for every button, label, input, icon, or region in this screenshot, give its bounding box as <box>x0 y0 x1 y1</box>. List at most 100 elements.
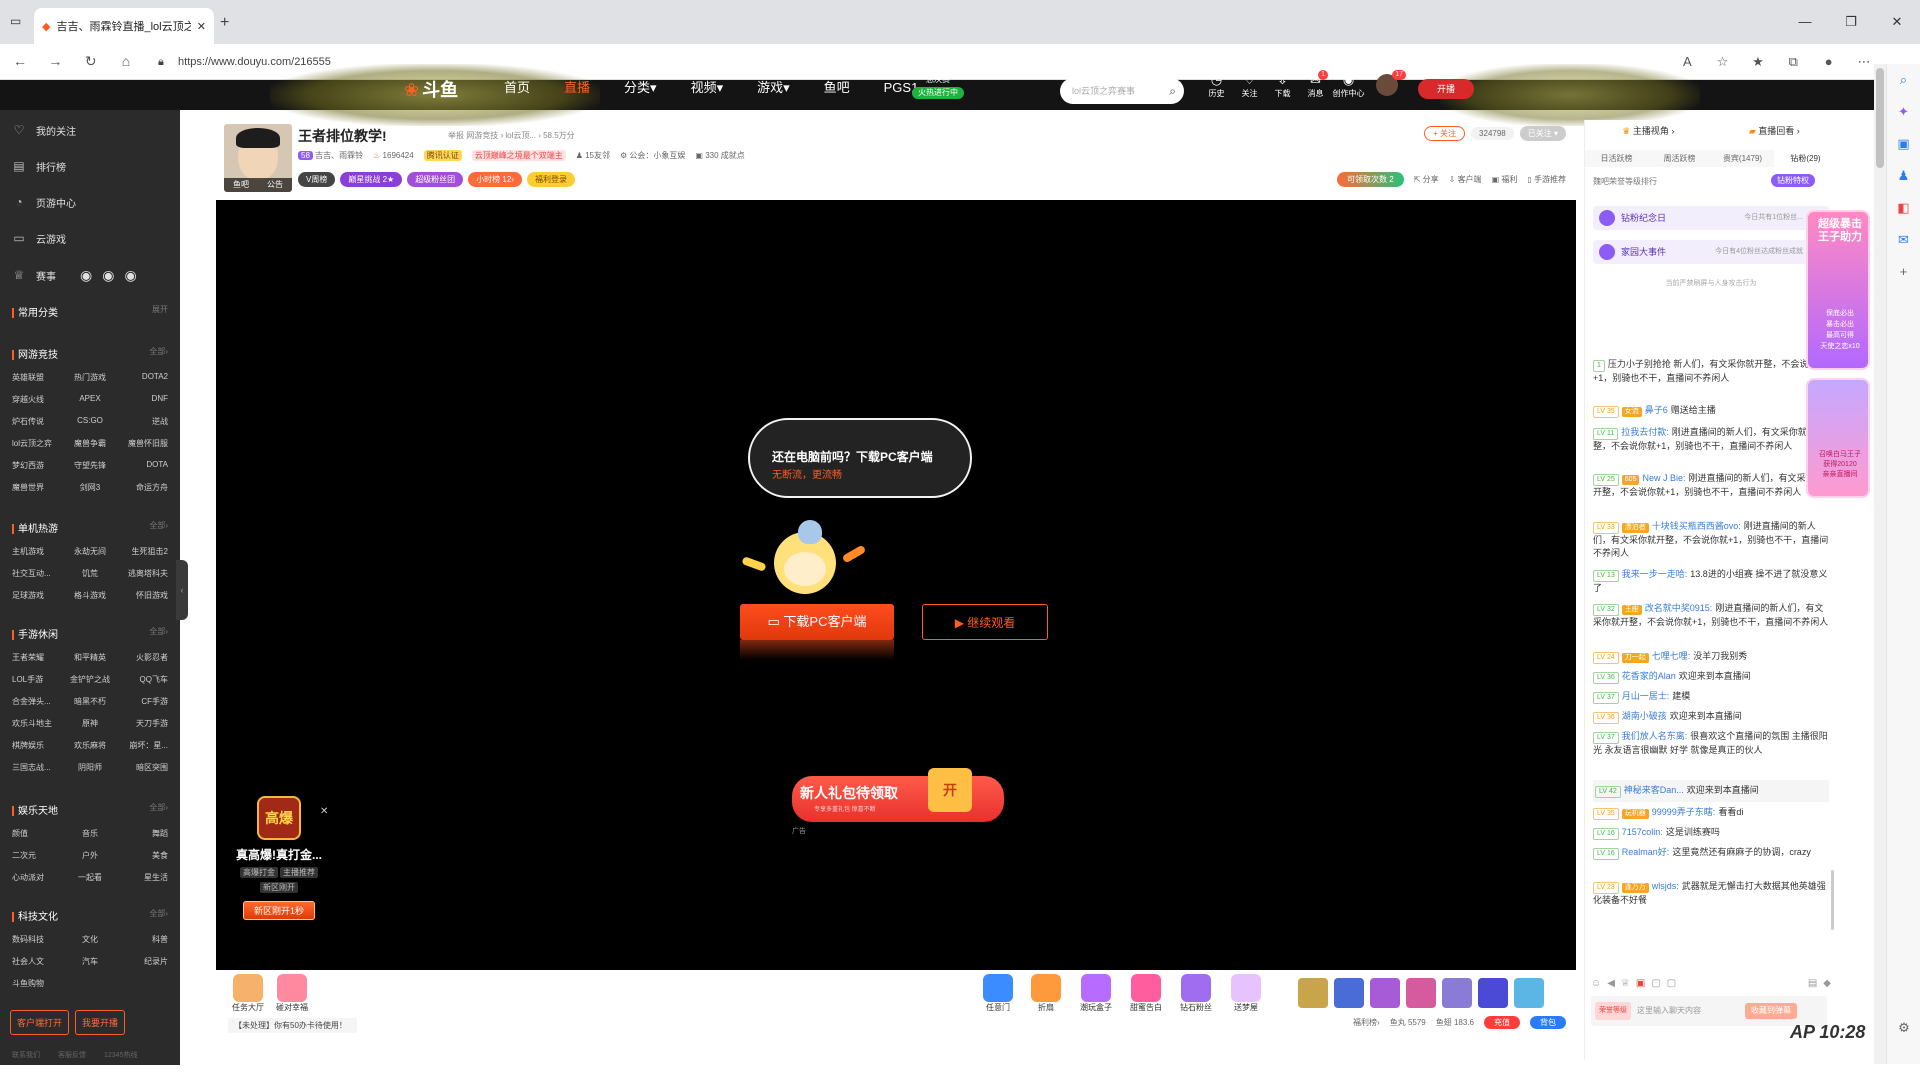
category-link[interactable]: APEX <box>64 394 116 405</box>
expand-link[interactable]: 展开 <box>152 304 168 315</box>
ranking-link[interactable]: 福利榜› <box>1353 1017 1380 1028</box>
badge-superfan[interactable]: 超级粉丝团 <box>407 172 464 187</box>
category-link[interactable]: 颜值 <box>12 828 64 839</box>
maximize-icon[interactable]: ❐ <box>1828 0 1874 44</box>
tab-diamond[interactable]: 钻粉(29) <box>1774 150 1837 167</box>
category-link[interactable]: 原神 <box>64 718 116 729</box>
search-input[interactable]: lol云顶之弈赛事 ⌕ <box>1060 78 1184 104</box>
sidebar-item-cloudgame[interactable]: ▭ 云游戏 <box>12 228 66 248</box>
follow-button[interactable]: ♡ 关注 <box>1233 72 1266 99</box>
announcement-link[interactable]: 公告 <box>267 178 283 192</box>
continue-watching-button[interactable]: ▶ 继续观看 <box>922 604 1048 640</box>
category-link[interactable]: 二次元 <box>12 850 64 861</box>
promo-cta-button[interactable]: 新区刚开1秒 <box>242 901 315 920</box>
share-button[interactable]: ⇱ 分享 <box>1414 174 1439 185</box>
favorite-icon[interactable]: ☆ <box>1707 54 1739 70</box>
all-link[interactable]: 全部› <box>149 908 168 919</box>
favorites-icon[interactable]: ★ <box>1742 54 1774 70</box>
fan-badge[interactable]: 玩机器 <box>1621 809 1649 819</box>
all-link[interactable]: 全部› <box>149 346 168 357</box>
category-link[interactable]: 主机游戏 <box>12 546 64 557</box>
chat-scrollbar[interactable] <box>1831 870 1834 930</box>
category-link[interactable]: 暗区突围 <box>116 762 168 773</box>
fan-badge[interactable]: 王座 <box>1621 605 1642 615</box>
backpack-button[interactable]: 背包 <box>1530 1016 1566 1029</box>
category-link[interactable]: 梦幻西游 <box>12 460 64 471</box>
category-link[interactable]: CS:GO <box>64 416 116 427</box>
category-link[interactable]: 文化 <box>64 934 116 945</box>
fan-button[interactable]: 折扇 <box>1026 974 1066 1013</box>
back-icon[interactable]: ← <box>4 53 36 69</box>
category-link[interactable]: 音乐 <box>64 828 116 839</box>
recharge-button[interactable]: 充值 <box>1484 1016 1520 1029</box>
category-link[interactable]: 饥荒 <box>64 568 116 579</box>
lock-icon[interactable]: 🔒︎ <box>158 49 164 75</box>
nav-yuba[interactable]: 鱼吧 <box>824 80 850 110</box>
user-nick[interactable]: 七哩七哩: <box>1652 651 1691 661</box>
category-link[interactable]: 热门游戏 <box>64 372 116 383</box>
notice-event[interactable]: 家园大事件 今日有4位粉丝达成粉丝成就 <box>1593 240 1829 264</box>
replay-link[interactable]: ▰ 直播回看 › <box>1749 124 1800 137</box>
category-link[interactable]: 王者荣耀 <box>12 652 64 663</box>
category-link[interactable]: 三国志战... <box>12 762 64 773</box>
category-link[interactable]: 金铲铲之战 <box>64 674 116 685</box>
nav-game[interactable]: 游戏▾ <box>757 80 790 110</box>
tools-icon[interactable]: ♟ <box>1887 160 1920 192</box>
all-link[interactable]: 全部› <box>149 626 168 637</box>
site-logo[interactable]: ❀ 斗鱼 <box>404 76 458 102</box>
profile-icon[interactable]: ● <box>1813 54 1845 69</box>
mobile-game-button[interactable]: ▯ 手游推荐 <box>1527 174 1566 185</box>
category-link[interactable]: DNF <box>116 394 168 405</box>
task-hall-button[interactable]: 任务大厅 <box>228 974 268 1013</box>
tab-vip[interactable]: 贵宾(1479) <box>1711 150 1774 167</box>
task-message[interactable]: 【未处理】你有50办卡待使用！ <box>228 1018 357 1033</box>
gift-item[interactable] <box>1298 978 1328 1008</box>
nav-live[interactable]: 直播 <box>564 80 590 110</box>
category-link[interactable]: 生死狙击2 <box>116 546 168 557</box>
user-nick[interactable]: Realman好: <box>1622 847 1670 857</box>
user-nick[interactable]: 99999弄子东瞎: <box>1652 807 1716 817</box>
category-link[interactable]: 棋牌娱乐 <box>12 740 64 751</box>
diamond-fan-button[interactable]: 钻石粉丝 <box>1176 974 1216 1013</box>
category-link[interactable]: 欢乐麻将 <box>64 740 116 751</box>
sidebar-item-webgame[interactable]: ◔ 页游中心 <box>12 192 76 212</box>
user-nick[interactable]: 花香家的Alan <box>1622 671 1676 681</box>
category-link[interactable]: 斗鱼购物 <box>12 978 64 989</box>
category-link[interactable]: 火影忍者 <box>116 652 168 663</box>
welfare-button[interactable]: ▣ 福利 <box>1492 174 1518 185</box>
followed-dropdown[interactable]: 已关注 ▾ <box>1519 126 1566 141</box>
category-link[interactable]: 科普 <box>116 934 168 945</box>
category-link[interactable]: 穿越火线 <box>12 394 64 405</box>
category-link[interactable]: 社会人文 <box>12 956 64 967</box>
fan-badge[interactable]: 女流 <box>1621 407 1642 417</box>
blind-box-button[interactable]: 潮玩盒子 <box>1076 974 1116 1013</box>
barrage-icon[interactable]: ◀ <box>1607 978 1615 989</box>
user-nick[interactable]: 7157colin: <box>1622 827 1663 837</box>
gift-icon[interactable]: ▢ <box>1651 978 1660 989</box>
outlook-icon[interactable]: ✉ <box>1887 224 1920 256</box>
category-link[interactable]: 怀旧游戏 <box>116 590 168 601</box>
all-link[interactable]: 全部› <box>149 802 168 813</box>
finals-badge[interactable]: 总决赛 火热进行中 <box>912 75 964 99</box>
gift-item[interactable] <box>1334 978 1364 1008</box>
category-link[interactable]: 英雄联盟 <box>12 372 64 383</box>
category-link[interactable]: 合金弹头... <box>12 696 64 707</box>
follow-button[interactable]: + 关注 <box>1424 126 1466 141</box>
newbie-gift-banner[interactable]: 新人礼包待领取 专享多重礼包 惊喜不断 开 <box>792 768 1004 822</box>
category-link[interactable]: 和平精英 <box>64 652 116 663</box>
all-link[interactable]: 全部› <box>149 520 168 531</box>
gift-item[interactable] <box>1514 978 1544 1008</box>
portal-button[interactable]: 任意门 <box>978 974 1018 1013</box>
get-times-button[interactable]: 可领取次数 2 <box>1337 172 1404 187</box>
tab-daily[interactable]: 日活跃榜 <box>1585 150 1648 167</box>
user-nick[interactable]: 我们放人名东离: <box>1622 731 1688 741</box>
fan-badge[interactable]: 漂泊者 <box>1621 523 1649 533</box>
creator-button[interactable]: ◉ 创作中心 <box>1332 72 1365 99</box>
sidebar-collapse-handle[interactable]: ‹ <box>176 560 188 620</box>
category-link[interactable]: 星生活 <box>116 872 168 883</box>
browser-tab[interactable]: ◆ 吉吉、雨霖铃直播_lol云顶之弈... ✕ <box>34 8 214 44</box>
new-tab-icon[interactable]: + <box>220 14 229 32</box>
category-link[interactable]: 魔兽世界 <box>12 482 64 493</box>
settings-icon[interactable]: ⚙ <box>1887 1012 1920 1044</box>
setting-icon[interactable]: ▢ <box>1667 978 1676 989</box>
